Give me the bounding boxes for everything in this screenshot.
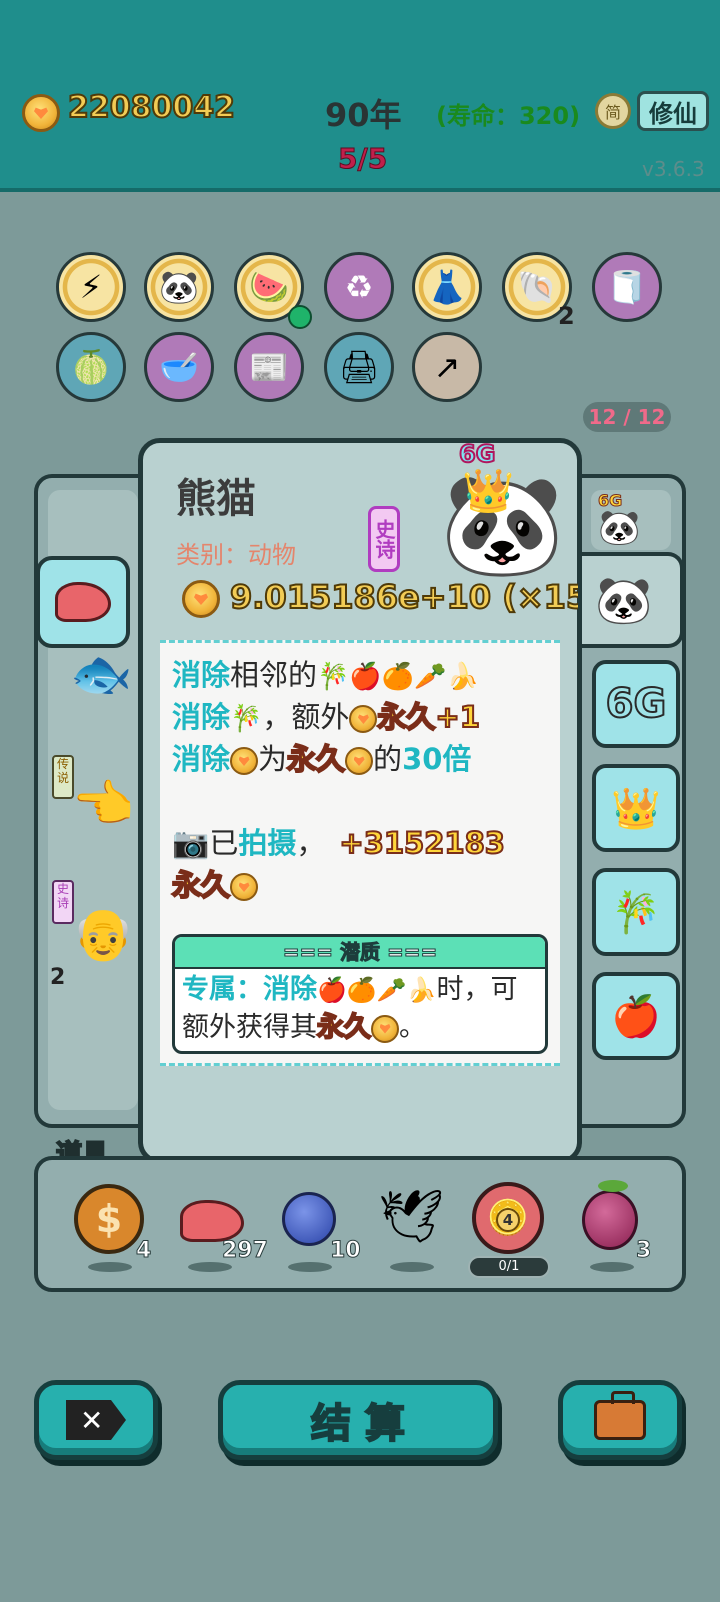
delete-button[interactable]: ✕ <box>34 1380 158 1460</box>
pomelo-buff-icon[interactable]: 🍈 <box>56 332 126 402</box>
panda-value: 9.015186e+10 (×158 <box>229 577 578 617</box>
dove-item[interactable]: 🕊 <box>378 1186 444 1247</box>
coin-stack-progress: 0/1 <box>468 1256 550 1278</box>
dollar-coin-item[interactable]: $ <box>74 1184 144 1254</box>
coin-small-icon <box>230 747 259 775</box>
bowl-up-buff-icon[interactable]: 🥣 <box>144 332 214 402</box>
lifespan-label: (寿命：320) <box>436 102 581 130</box>
effect-line-3: 消除 为永久 的30倍 <box>172 741 472 777</box>
liver-icon <box>55 582 111 622</box>
side-apple-button[interactable]: 🍎 <box>592 972 680 1060</box>
bamboo-small-icon: 🎋 <box>230 704 263 734</box>
coin-counter: 22080042 <box>67 89 236 126</box>
version-label: v3.6.3 <box>642 157 705 181</box>
effect-line-2: 消除🎋，额外 永久+1 <box>172 699 481 735</box>
shell-count: 2 <box>558 302 575 330</box>
blueberry-item[interactable] <box>282 1192 336 1246</box>
arrow-card-buff-icon[interactable]: ↗ <box>412 332 482 402</box>
coin-stack-badge: 4 <box>496 1208 520 1232</box>
round-counter: 5/5 <box>337 142 388 176</box>
crown-icon: 👑 <box>611 785 661 832</box>
bag-button[interactable] <box>558 1380 682 1460</box>
rarity-badge: 史诗 <box>368 506 400 572</box>
card-title: 熊猫 <box>176 476 256 522</box>
liver-item[interactable] <box>180 1200 244 1242</box>
side-crown-button[interactable]: 👑 <box>592 764 680 852</box>
side-6g-button[interactable]: 6G <box>592 660 680 748</box>
value-coin-icon <box>182 580 220 618</box>
item-shadow <box>88 1262 132 1272</box>
liver-tab[interactable] <box>36 556 130 648</box>
coin-icon <box>22 94 60 132</box>
panda-tab[interactable]: 🐼 <box>568 552 684 648</box>
lightning-buff-icon[interactable]: ⚡ <box>56 252 126 322</box>
photo-line: 📷已拍摄， +3152183 <box>172 825 506 861</box>
value-row: 9.015186e+10 (×158 <box>142 576 578 622</box>
apple-icon: 🍎 <box>611 993 661 1040</box>
time-magazine-buff-icon[interactable]: 📰 <box>234 332 304 402</box>
item-count: 10 <box>330 1238 362 1264</box>
photo-line-2: 永久 <box>171 862 259 908</box>
simplified-chinese-button[interactable]: 简 <box>595 93 631 129</box>
lychee-item[interactable] <box>582 1190 638 1250</box>
cultivate-button[interactable]: 修仙 <box>637 91 709 131</box>
fruit-list-icons: 🎋🍎🍊🥕🍌 <box>317 662 479 692</box>
side-bamboo-button[interactable]: 🎋 <box>592 868 680 956</box>
item-count: 297 <box>222 1238 269 1264</box>
recycle-buff-icon[interactable]: ♻ <box>324 252 394 322</box>
old-man-count: 2 <box>50 965 66 990</box>
panda-buff-icon[interactable]: 🐼 <box>144 252 214 322</box>
panda-crown-icon: 👑 <box>462 466 515 515</box>
item-shadow <box>390 1262 434 1272</box>
status-dot-icon <box>288 305 312 329</box>
lychee-leaf-icon <box>598 1180 628 1192</box>
coin-small-icon <box>371 1014 399 1043</box>
backspace-icon: ✕ <box>66 1400 126 1440</box>
potential-line-2: 额外获得其永久。 <box>182 1011 426 1044</box>
old-man-icon[interactable]: 👴 <box>72 905 134 964</box>
skirt-buff-icon[interactable]: 👗 <box>412 252 482 322</box>
item-shadow <box>188 1262 232 1272</box>
board-capacity: 12 / 12 <box>583 402 671 432</box>
briefcase-icon <box>594 1391 646 1440</box>
camera-icon: 📷 <box>172 826 210 861</box>
pointing-hand-icon[interactable]: 👈 <box>72 775 134 834</box>
fruit-list-icons: 🍎🍊🥕🍌 <box>317 976 437 1004</box>
coin-small-icon <box>345 747 374 775</box>
item-shadow <box>288 1262 332 1272</box>
legendary-tag: 传说 <box>52 755 74 799</box>
year-label: 90年 <box>325 96 402 134</box>
item-count: 4 <box>135 1238 152 1264</box>
coin-small-icon <box>230 873 259 901</box>
printer-buff-icon[interactable]: 🖨 <box>324 332 394 402</box>
bamboo-icon: 🎋 <box>611 889 661 936</box>
card-category: 类别：动物 <box>176 541 296 569</box>
koi-fish-icon[interactable]: 🐟 <box>70 645 132 704</box>
panda-6g-badge: 6G <box>458 439 496 469</box>
settle-button[interactable]: 结 算 <box>218 1380 498 1460</box>
crowned-panda-icon[interactable]: 🐼 <box>598 508 640 548</box>
item-count: 3 <box>635 1238 652 1264</box>
tissue-box-buff-icon[interactable]: 🧻 <box>592 252 662 322</box>
item-shadow <box>590 1262 634 1272</box>
potential-line-1: 专属：消除🍎🍊🥕🍌时，可 <box>182 974 518 1005</box>
coin-small-icon <box>349 705 378 733</box>
epic-tag: 史诗 <box>52 880 74 924</box>
effect-line-1: 消除相邻的🎋🍎🍊🥕🍌 <box>172 658 479 692</box>
potential-title: === 潜质 === <box>175 937 545 969</box>
